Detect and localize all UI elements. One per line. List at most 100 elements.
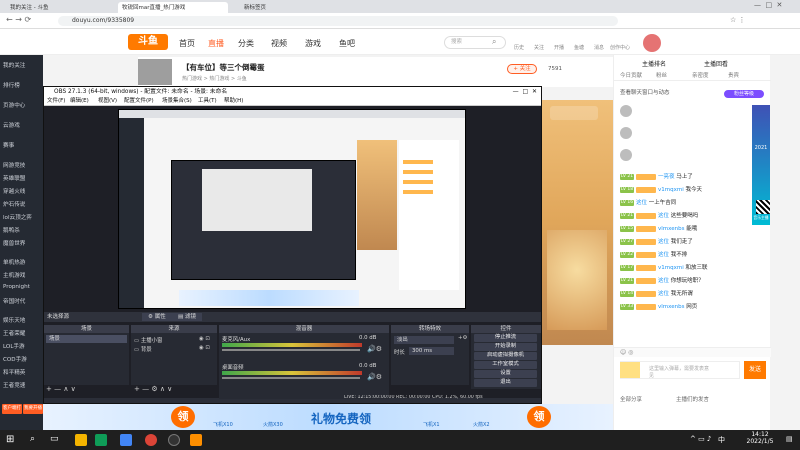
- nav-video[interactable]: 视频: [271, 38, 287, 49]
- tab-newtab[interactable]: 新标签页: [240, 2, 310, 13]
- windows-start-icon[interactable]: ⊞: [6, 434, 14, 445]
- chat-username[interactable]: 这位: [658, 213, 669, 219]
- studio-mode-button[interactable]: 工作室模式: [474, 361, 537, 369]
- sidebar-item[interactable]: 魔兽世界: [3, 239, 25, 247]
- app-icon[interactable]: [75, 434, 87, 446]
- chat-username[interactable]: 这位: [658, 252, 669, 258]
- nav-back-forward-refresh-icon[interactable]: ← → ⟳: [6, 15, 31, 24]
- tab-following[interactable]: 我的关注 - 斗鱼: [6, 2, 64, 13]
- obs-menu-edit[interactable]: 编辑(E): [70, 97, 89, 106]
- scene-add-remove-icons[interactable]: + — ∧ ∨: [46, 385, 76, 393]
- settings-button[interactable]: 设置: [474, 370, 537, 378]
- sidebar-item[interactable]: LOL手游: [3, 342, 25, 350]
- scene-item[interactable]: 场景: [46, 335, 127, 343]
- creator-link[interactable]: 创作中心: [610, 44, 630, 51]
- broadcast-link[interactable]: 开播: [554, 44, 564, 51]
- avatar[interactable]: [643, 34, 661, 52]
- sidebar-item[interactable]: 娱乐天地: [3, 316, 25, 324]
- sidebar-item[interactable]: 英雄联盟: [3, 174, 25, 182]
- sidebar-item[interactable]: 王者竞速: [3, 381, 25, 389]
- search-input[interactable]: 搜索: [444, 36, 506, 49]
- sidebar-item[interactable]: 穿越火线: [3, 187, 25, 195]
- chat-username[interactable]: v1mqxmi: [658, 265, 684, 271]
- obs-icon[interactable]: [168, 434, 180, 446]
- follow-button[interactable]: + 关注: [507, 64, 537, 74]
- speaker-gear-icon[interactable]: 🔊⚙: [367, 345, 382, 353]
- sidebar-item[interactable]: lol云顶之弈: [3, 213, 32, 221]
- chat-username[interactable]: vlmxenbs: [658, 226, 684, 232]
- search-icon[interactable]: ⌕: [30, 434, 35, 444]
- streamer-posts-link[interactable]: 主播们的发言: [676, 395, 709, 403]
- tray-icons[interactable]: ^ ▭ ♪: [690, 435, 711, 443]
- subtab-today[interactable]: 今日贡献: [620, 71, 642, 79]
- send-button[interactable]: 发送: [744, 361, 766, 379]
- fan-level-badge[interactable]: 粉丝等级: [724, 90, 764, 98]
- clock[interactable]: 14:12 2022/1/5: [742, 431, 778, 445]
- duration-input[interactable]: 300 ms: [409, 347, 454, 355]
- chat-username[interactable]: 这位: [658, 291, 669, 297]
- sidebar-item[interactable]: 主机游戏: [3, 271, 25, 279]
- follow-link[interactable]: 关注: [534, 44, 544, 51]
- source-item[interactable]: ▭ 背景: [134, 345, 152, 353]
- obs-window[interactable]: OBS 27.1.3 (64-bit, windows) - 配置文件: 未命名…: [43, 86, 542, 404]
- obs-menu-view[interactable]: 视图(V): [98, 97, 117, 106]
- obs-menu-scene-collection[interactable]: 场景集合(S): [162, 97, 192, 106]
- properties-button[interactable]: ⚙ 属性: [142, 313, 172, 321]
- sidebar-item[interactable]: 单机热游: [3, 258, 25, 266]
- volume-slider[interactable]: [222, 377, 360, 379]
- start-broadcast-button[interactable]: 我要开播: [23, 404, 43, 414]
- visibility-lock-icons[interactable]: ◉ ⊡: [199, 345, 210, 351]
- history-link[interactable]: 历史: [514, 44, 524, 51]
- source-add-remove-icons[interactable]: + — ⚙ ∧ ∨: [134, 385, 172, 393]
- notification-icon[interactable]: ▤: [786, 435, 793, 443]
- visibility-lock-icons[interactable]: ◉ ⊡: [199, 336, 210, 342]
- sidebar-item[interactable]: 帝国时代: [3, 297, 25, 305]
- start-virtual-camera-button[interactable]: 启动虚拟摄像机: [474, 352, 537, 360]
- stop-streaming-button[interactable]: 停止推流: [474, 334, 537, 342]
- speaker-gear-icon[interactable]: 🔊⚙: [367, 373, 382, 381]
- exit-button[interactable]: 退出: [474, 379, 537, 387]
- sidebar-item[interactable]: 炉石传说: [3, 200, 25, 208]
- obs-menu-file[interactable]: 文件(F): [47, 97, 65, 106]
- nav-home[interactable]: 首页: [179, 38, 195, 49]
- claim-left-icon[interactable]: 领: [171, 406, 195, 428]
- obs-menu-help[interactable]: 帮助(H): [224, 97, 243, 106]
- sidebar-item[interactable]: 王者荣耀: [3, 329, 25, 337]
- nav-category[interactable]: 分类: [238, 38, 254, 49]
- volume-slider[interactable]: [222, 349, 360, 351]
- nav-live[interactable]: 直播: [208, 38, 224, 49]
- site-logo[interactable]: 斗鱼: [128, 34, 168, 50]
- chat-username[interactable]: 这位: [658, 278, 669, 284]
- browser-menu-icon[interactable]: ☆ ⋮: [730, 16, 746, 24]
- obs-window-controls[interactable]: — □ ✕: [513, 87, 537, 97]
- sidebar-item[interactable]: 和平精英: [3, 368, 25, 376]
- tab-replay[interactable]: 主播回看: [704, 59, 728, 68]
- chat-username[interactable]: v1mqxmi: [658, 187, 684, 193]
- open-client-button[interactable]: 客户端打开: [2, 404, 22, 414]
- tab-stream[interactable]: 牧锐回mar直播_热门游戏: [118, 2, 228, 13]
- sidebar-item[interactable]: 页游中心: [3, 101, 25, 109]
- source-item[interactable]: ▭ 主播小窗: [134, 336, 162, 344]
- app-icon[interactable]: [120, 434, 132, 446]
- url-input[interactable]: douyu.com/9335809: [58, 16, 618, 26]
- sidebar-item[interactable]: 赛事: [3, 141, 14, 149]
- sidebar-item[interactable]: 我的关注: [3, 61, 25, 69]
- sidebar-item[interactable]: Propnight: [3, 284, 30, 290]
- share-all-link[interactable]: 全部分享: [620, 395, 642, 403]
- ime-indicator[interactable]: 中: [718, 435, 725, 445]
- fishpond-link[interactable]: 鱼塘: [574, 44, 584, 51]
- chat-username[interactable]: 这位: [658, 239, 669, 245]
- gift-icon[interactable]: [620, 362, 640, 378]
- chat-username[interactable]: vlmxenbs: [658, 304, 684, 310]
- filters-button[interactable]: ▤ 滤镜: [172, 313, 202, 321]
- chat-username[interactable]: 这位: [636, 200, 647, 206]
- tab-anchor-rank[interactable]: 主播排名: [642, 59, 666, 68]
- obs-menu-tools[interactable]: 工具(T): [198, 97, 217, 106]
- message-link[interactable]: 消息: [594, 44, 604, 51]
- task-view-icon[interactable]: ▭: [50, 434, 59, 444]
- chat-username[interactable]: 一亮夜: [658, 174, 675, 180]
- sidebar-item[interactable]: 鹅鸭杀: [3, 226, 20, 234]
- app-icon[interactable]: [190, 434, 202, 446]
- nav-fishbar[interactable]: 鱼吧: [339, 38, 355, 49]
- obs-menu-profile[interactable]: 配置文件(P): [124, 97, 154, 106]
